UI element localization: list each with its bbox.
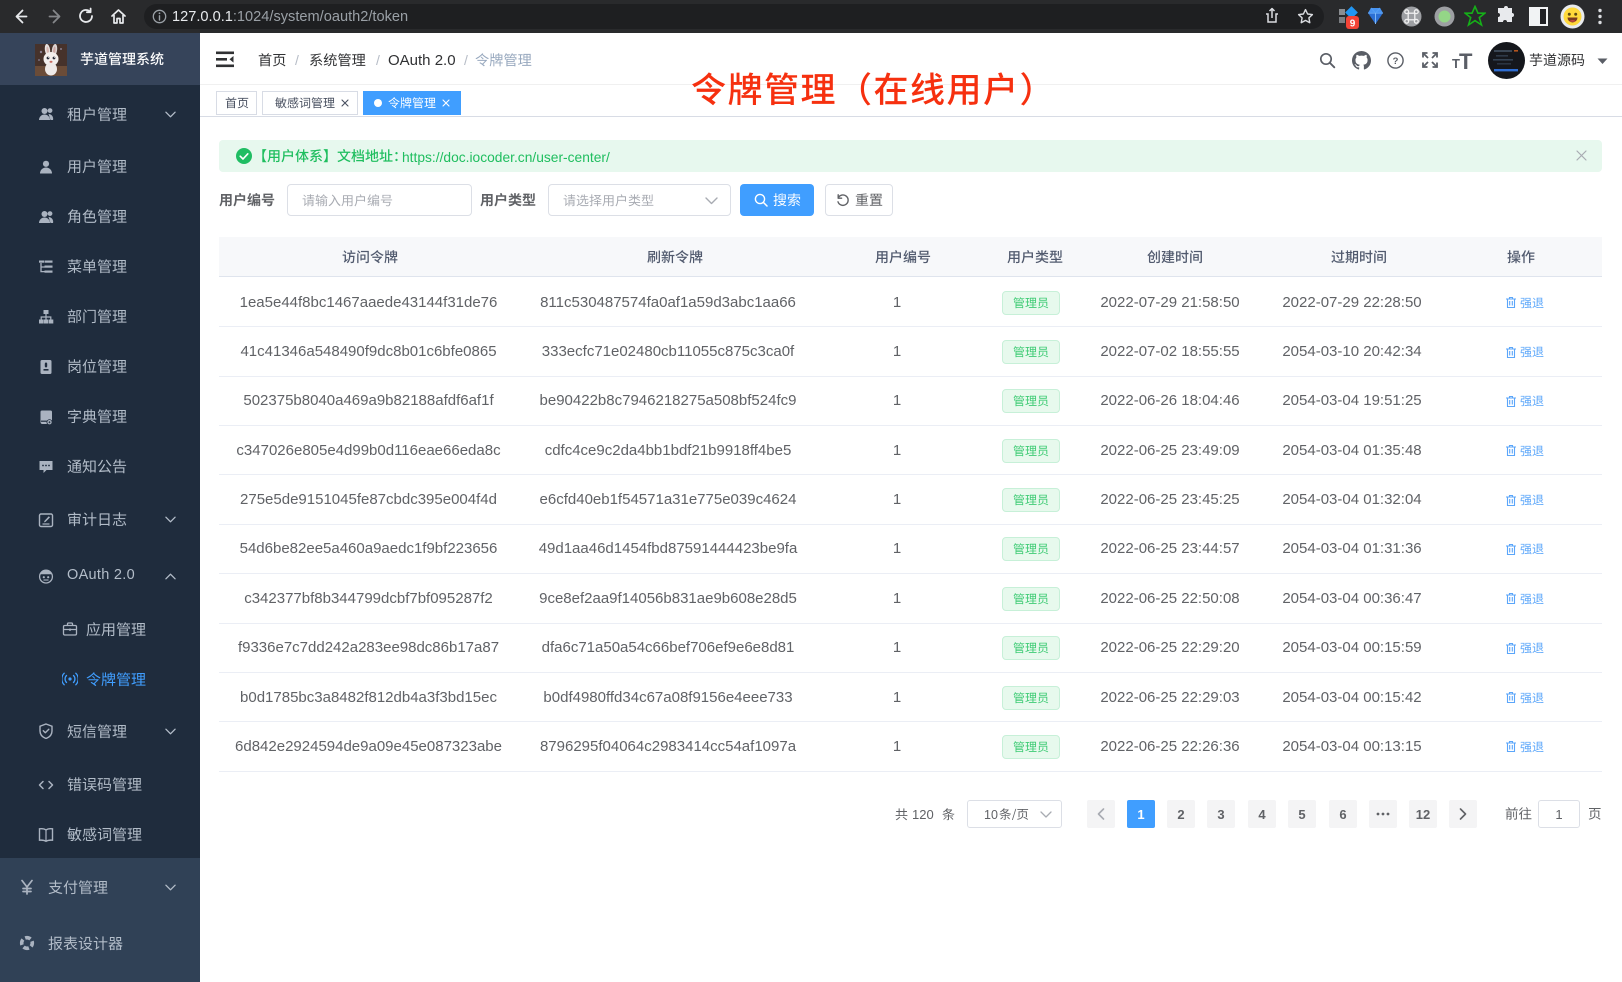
svg-text:?: ? [1393,56,1399,67]
svg-text:9: 9 [1350,19,1356,30]
